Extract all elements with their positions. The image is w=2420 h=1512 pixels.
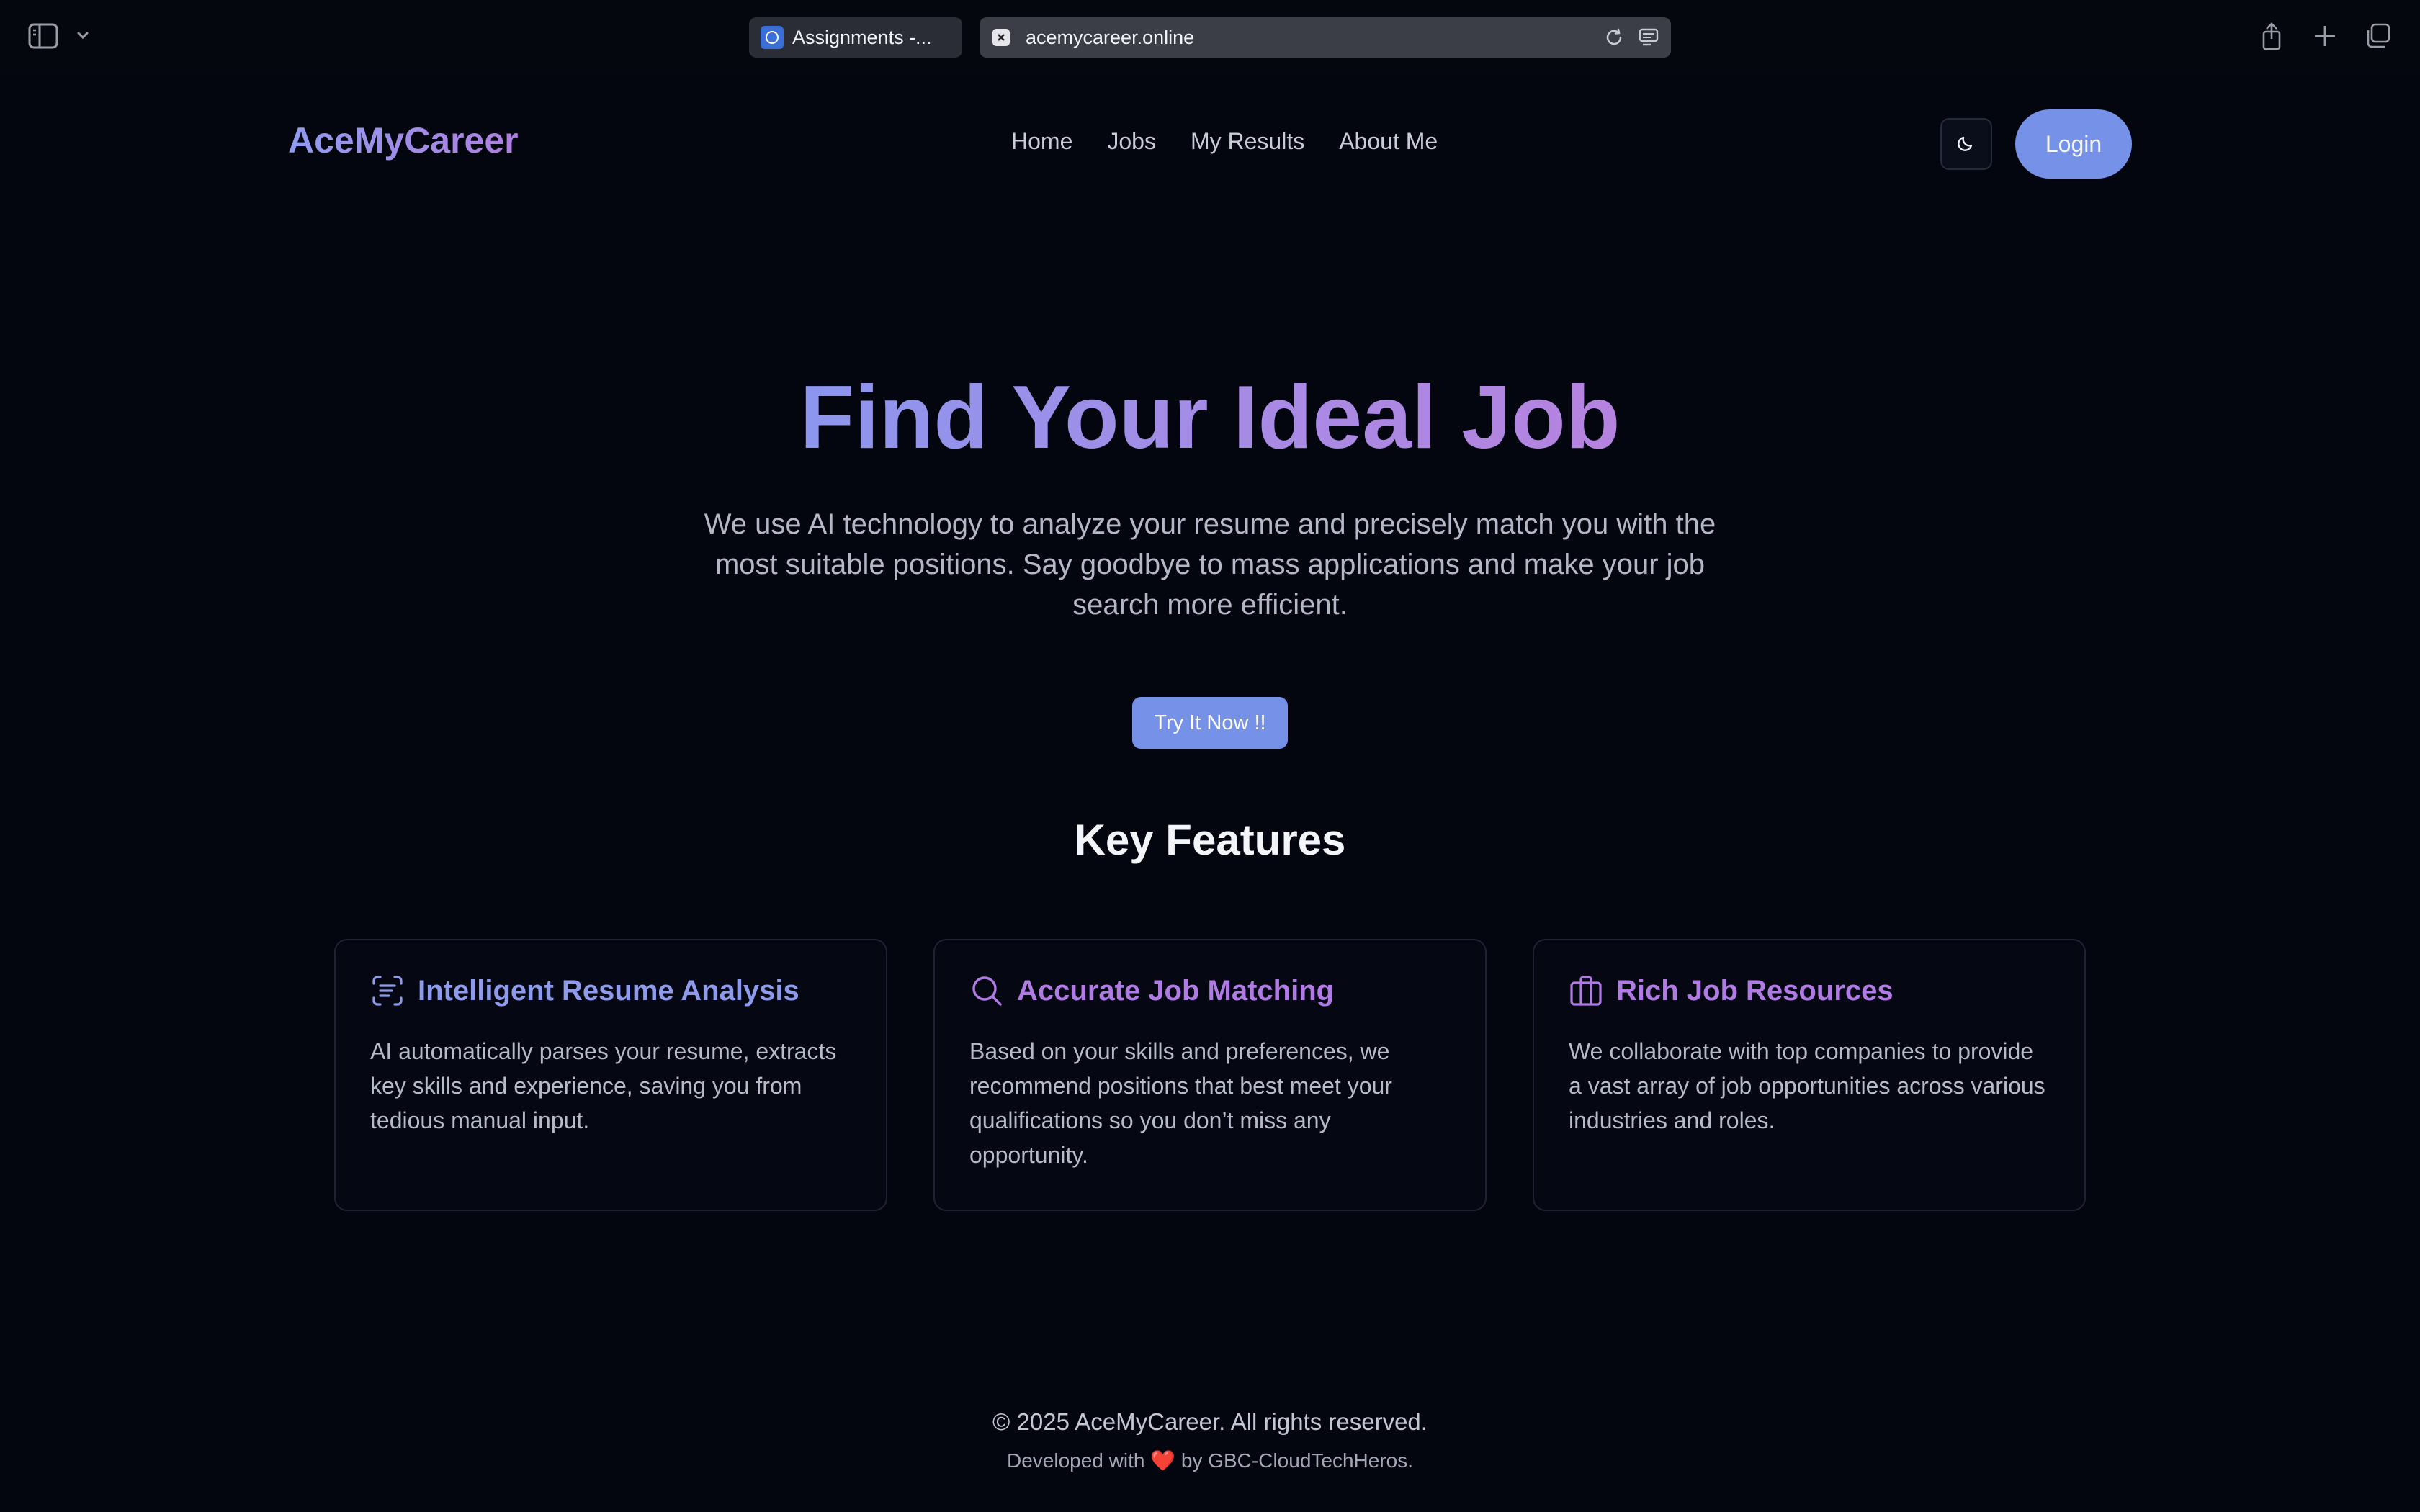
features-heading: Key Features — [1074, 816, 1346, 864]
feature-card-job-matching: Accurate Job Matching Based on your skil… — [933, 939, 1487, 1211]
sidebar-toggle-icon[interactable] — [27, 22, 59, 50]
feature-title: Intelligent Resume Analysis — [418, 974, 799, 1007]
heart-icon: ❤️ — [1150, 1449, 1176, 1472]
nav-jobs[interactable]: Jobs — [1107, 128, 1156, 155]
tab-overview-icon[interactable] — [2362, 20, 2394, 52]
feature-card-job-resources: Rich Job Resources We collaborate with t… — [1533, 939, 2086, 1211]
tab-assignments[interactable]: Assignments -... — [749, 17, 962, 58]
login-button[interactable]: Login — [2015, 109, 2132, 179]
feature-title: Rich Job Resources — [1616, 974, 1894, 1007]
hero-title-text: Find Your Ideal Job — [799, 368, 1621, 467]
try-it-now-button[interactable]: Try It Now !! — [1132, 697, 1288, 749]
site-favicon-icon — [992, 29, 1010, 46]
main-nav: Home Jobs My Results About Me — [1011, 128, 1438, 155]
tab-label: Assignments -... — [792, 26, 932, 48]
nav-about-me[interactable]: About Me — [1339, 128, 1438, 155]
chevron-down-icon[interactable] — [72, 24, 94, 46]
hero-subtitle: We use AI technology to analyze your res… — [704, 508, 1716, 621]
scan-text-icon — [370, 973, 405, 1008]
feature-card-resume-analysis: Intelligent Resume Analysis AI automatic… — [334, 939, 887, 1211]
moon-icon — [1955, 132, 1977, 157]
feature-description: We collaborate with top companies to pro… — [1569, 1038, 2045, 1133]
search-icon — [969, 973, 1004, 1008]
hero-title: Find Your Ideal Job — [0, 360, 2420, 475]
share-icon[interactable] — [2256, 20, 2287, 52]
url-text: acemycareer.online — [1026, 26, 1195, 48]
feature-title: Accurate Job Matching — [1017, 974, 1335, 1007]
footer-credits: Developed with ❤️ by GBC-CloudTechHeros. — [0, 1449, 2420, 1472]
footer-copyright: © 2025 AceMyCareer. All rights reserved. — [992, 1408, 1428, 1435]
feature-description: AI automatically parses your resume, ext… — [370, 1038, 837, 1133]
new-tab-icon[interactable] — [2309, 20, 2341, 52]
reload-icon[interactable] — [1602, 25, 1626, 50]
theme-toggle-button[interactable] — [1940, 118, 1992, 170]
feature-description: Based on your skills and preferences, we… — [969, 1038, 1392, 1168]
canvas-favicon-icon — [761, 26, 784, 49]
brand-logo[interactable]: AceMyCareer — [288, 120, 519, 161]
nav-home[interactable]: Home — [1011, 128, 1072, 155]
briefcase-icon — [1569, 973, 1603, 1008]
address-bar[interactable]: acemycareer.online — [980, 17, 1671, 58]
browser-toolbar: Assignments -... acemycareer.online — [0, 0, 2420, 75]
reader-view-icon[interactable] — [1636, 25, 1661, 50]
footer-credits-prefix: Developed with — [1006, 1449, 1145, 1472]
footer-credits-suffix: by GBC-CloudTechHeros. — [1180, 1449, 1413, 1472]
nav-my-results[interactable]: My Results — [1191, 128, 1304, 155]
